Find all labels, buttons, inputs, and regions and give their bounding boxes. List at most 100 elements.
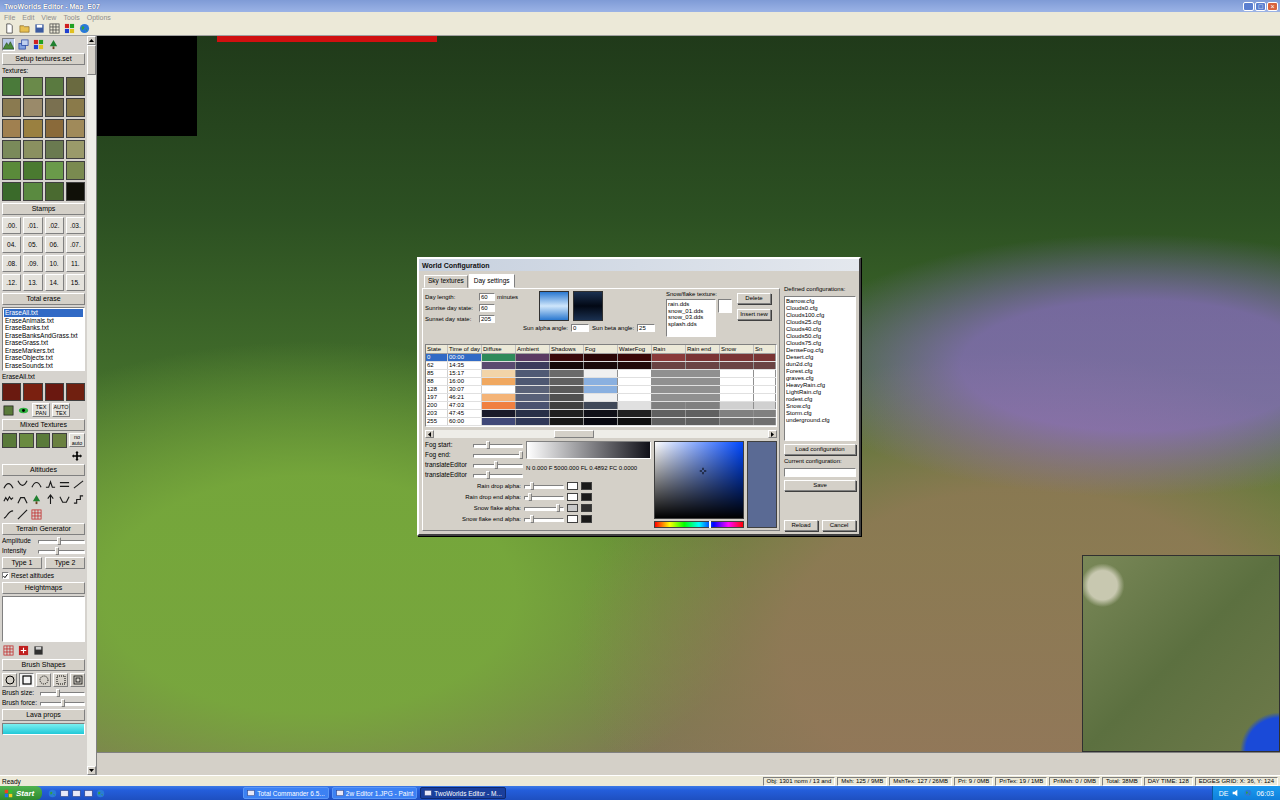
scroll-down-button[interactable] xyxy=(87,766,96,775)
table-row[interactable]: 6214:35 xyxy=(426,362,776,370)
texture-swatch[interactable] xyxy=(66,161,85,180)
configurations-list[interactable]: Barrow.cfgClouds0.cfgClouds100.cfgClouds… xyxy=(784,296,856,441)
texture-swatch[interactable] xyxy=(2,119,21,138)
color-cell[interactable] xyxy=(618,402,652,409)
texture-swatch[interactable] xyxy=(2,140,21,159)
fog-slider[interactable] xyxy=(473,451,523,459)
hue-marker[interactable] xyxy=(709,521,711,528)
brush-shapes-header[interactable]: Brush Shapes xyxy=(2,659,85,671)
slider-thumb[interactable] xyxy=(57,537,61,545)
grid2-button[interactable] xyxy=(2,644,15,657)
color-cell[interactable] xyxy=(550,370,584,377)
hue-strip[interactable] xyxy=(654,521,744,528)
scroll-thumb[interactable] xyxy=(87,45,96,75)
scroll-track[interactable] xyxy=(87,45,96,766)
erase-file-item[interactable]: EraseBanksAndGrass.txt xyxy=(4,332,83,340)
alpha-color-box[interactable] xyxy=(581,504,592,512)
configuration-item[interactable]: HeavyRain.cfg xyxy=(786,382,854,389)
heightmap-list[interactable] xyxy=(2,596,85,642)
color-cell[interactable] xyxy=(584,394,618,401)
stamp-button[interactable]: 14. xyxy=(45,274,64,291)
configuration-item[interactable]: Clouds25.cfg xyxy=(786,319,854,326)
table-row[interactable]: 25560:00 xyxy=(426,418,776,426)
texture-swatch[interactable] xyxy=(66,77,85,96)
stamp-button[interactable]: 10. xyxy=(45,255,64,272)
slider-thumb[interactable] xyxy=(55,547,59,555)
color-cell[interactable] xyxy=(754,386,776,393)
color-cell[interactable] xyxy=(652,362,686,369)
color-cell[interactable] xyxy=(652,394,686,401)
task-button[interactable]: 2w Editor 1.JPG - Paint xyxy=(332,787,418,799)
menu-item[interactable]: Options xyxy=(87,14,111,21)
current-configuration-input[interactable] xyxy=(784,468,856,477)
stamp-button[interactable]: .03. xyxy=(66,217,85,234)
table-row[interactable]: 8515:17 xyxy=(426,370,776,378)
title-bar[interactable]: TwoWorlds Editor - Map_E07_□× xyxy=(0,0,1280,12)
tree-tool-button[interactable] xyxy=(30,493,43,506)
color-cell[interactable] xyxy=(550,386,584,393)
reset-altitudes-row[interactable]: Reset altitudes xyxy=(2,571,85,580)
color-cell[interactable] xyxy=(618,362,652,369)
color-cell[interactable] xyxy=(618,370,652,377)
mixed-swatch[interactable] xyxy=(19,433,34,448)
color-cell[interactable] xyxy=(652,402,686,409)
state-button[interactable]: Delete xyxy=(737,293,771,304)
configuration-item[interactable]: Forest.cfg xyxy=(786,368,854,375)
color-cell[interactable] xyxy=(686,378,720,385)
state-cell[interactable]: 203 xyxy=(426,410,448,417)
texture-swatch[interactable] xyxy=(66,140,85,159)
cancel-button[interactable]: Cancel xyxy=(822,520,856,531)
reset-altitudes-checkbox[interactable] xyxy=(2,572,9,579)
field-input[interactable]: 60 xyxy=(479,304,495,312)
texture-swatch[interactable] xyxy=(23,140,42,159)
sky-texture-swatch[interactable] xyxy=(539,291,569,321)
color-cell[interactable] xyxy=(754,418,776,425)
color-cell[interactable] xyxy=(550,378,584,385)
state-button[interactable]: Insert new xyxy=(737,309,771,320)
texture-swatch[interactable] xyxy=(2,77,21,96)
color-cell[interactable] xyxy=(652,354,686,361)
configuration-item[interactable]: Barrow.cfg xyxy=(786,298,854,305)
time-cell[interactable]: 47:45 xyxy=(448,410,482,417)
time-cell[interactable]: 00:00 xyxy=(448,354,482,361)
color-cell[interactable] xyxy=(686,370,720,377)
sky-texture-swatch[interactable] xyxy=(573,291,603,321)
texture-swatch[interactable] xyxy=(2,182,21,201)
lava-props-header[interactable]: Lava props xyxy=(2,709,85,721)
color-cell[interactable] xyxy=(482,354,516,361)
scroll-left-button[interactable] xyxy=(425,430,434,438)
color-cell[interactable] xyxy=(550,354,584,361)
table-row[interactable]: 12830:07 xyxy=(426,386,776,394)
menu-item[interactable]: File xyxy=(4,14,15,21)
color-cell[interactable] xyxy=(686,386,720,393)
alpha-color-box[interactable] xyxy=(567,493,578,501)
color-cell[interactable] xyxy=(516,362,550,369)
color-cell[interactable] xyxy=(618,378,652,385)
color-cell[interactable] xyxy=(754,378,776,385)
terrain-slider[interactable] xyxy=(38,547,85,555)
snow-texture-item[interactable]: snow_03.dds xyxy=(668,314,714,321)
slider-thumb[interactable] xyxy=(486,471,490,479)
ramp-tool-button[interactable] xyxy=(72,478,85,491)
terrain-type-button[interactable]: Type 2 xyxy=(45,557,85,569)
brush-slider[interactable] xyxy=(40,699,85,707)
lava-color-strip[interactable] xyxy=(2,723,85,735)
slider-thumb[interactable] xyxy=(556,504,560,512)
column-header[interactable]: Ambient xyxy=(516,345,550,353)
lower-tool-button[interactable] xyxy=(16,478,29,491)
dialog-title-bar[interactable]: World Configuration xyxy=(419,259,859,271)
color-cell[interactable] xyxy=(482,362,516,369)
erase-file-list[interactable]: EraseAll.txtEraseAnimals.txtEraseBanks.t… xyxy=(2,307,85,371)
erase-file-item[interactable]: EraseMarkers.txt xyxy=(4,347,83,355)
color-cell[interactable] xyxy=(720,370,754,377)
color-cell[interactable] xyxy=(482,386,516,393)
export-button[interactable] xyxy=(17,644,30,657)
color-cell[interactable] xyxy=(652,378,686,385)
erase-file-item[interactable]: EraseGrass.txt xyxy=(4,339,83,347)
snow-texture-item[interactable]: rain.dds xyxy=(668,301,714,308)
save-button[interactable]: Save xyxy=(784,480,856,491)
color-cell[interactable] xyxy=(618,394,652,401)
globe-button[interactable] xyxy=(78,22,91,35)
table-row[interactable]: 20047:03 xyxy=(426,402,776,410)
load-configuration-button[interactable]: Load configuration xyxy=(784,444,856,455)
